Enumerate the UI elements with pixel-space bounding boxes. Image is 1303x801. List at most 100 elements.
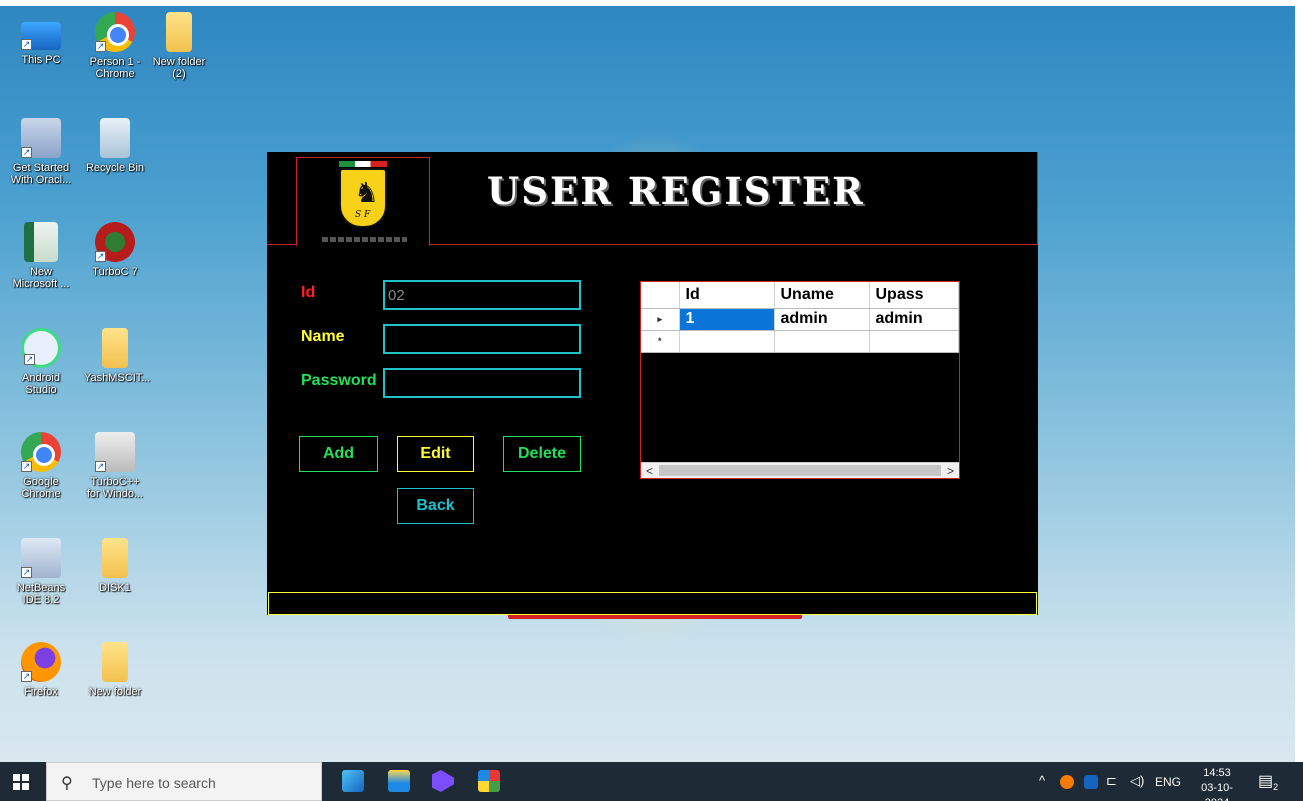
table-row[interactable]: ▸ 1 admin admin (641, 308, 959, 331)
id-label: Id (301, 284, 316, 301)
desktop-icon-yashmscit[interactable]: YashMSCIT... (84, 328, 150, 384)
scroll-right-icon[interactable]: > (942, 463, 959, 479)
status-bar (268, 592, 1037, 615)
name-field[interactable] (383, 324, 581, 354)
users-data-grid[interactable]: Id Uname Upass ▸ 1 admin admin * < > (640, 281, 960, 479)
language-indicator[interactable]: ENG (1155, 775, 1181, 789)
edit-button[interactable]: Edit (397, 436, 474, 472)
desktop-icon-label: New Microsoft ... (12, 266, 70, 290)
chrome-profile-icon: ↗ (95, 12, 135, 52)
clock-date: 03-10-2024 (1201, 782, 1233, 801)
users-table: Id Uname Upass ▸ 1 admin admin * (641, 282, 959, 353)
page-title: USER REGISTER (487, 169, 865, 213)
app-header: ♞ S F USER REGISTER (267, 152, 1038, 246)
desktop-icon-this-pc[interactable]: ↗ This PC (10, 12, 72, 66)
notification-center-icon[interactable]: ▤2 (1258, 771, 1278, 792)
firefox-icon: ↗ (21, 642, 61, 682)
password-label: Password (301, 372, 377, 389)
netbeans-icon: ↗ (21, 538, 61, 578)
taskbar-app-icon[interactable] (342, 770, 364, 792)
add-button[interactable]: Add (299, 436, 378, 472)
table-cell-id[interactable] (679, 330, 775, 353)
prancing-horse-icon: ♞ (354, 176, 380, 209)
folder-icon (102, 538, 128, 578)
oracle-db-icon: ↗ (21, 118, 61, 158)
desktop-icon-oracle[interactable]: ↗ Get Started With Oracl... (10, 118, 72, 186)
column-header-upass[interactable]: Upass (869, 282, 959, 309)
taskbar: ⚲ Type here to search ^ ⊏ ◁) ENG 14:53 0… (0, 762, 1303, 801)
desktop-icon-label: NetBeans IDE 8.2 (16, 582, 66, 606)
scroll-left-icon[interactable]: < (641, 463, 658, 479)
screen-right-edge (1295, 0, 1303, 801)
desktop-icon-netbeans[interactable]: ↗ NetBeans IDE 8.2 (10, 538, 72, 606)
table-row-new[interactable]: * (641, 330, 959, 353)
winforms-app-icon[interactable] (478, 770, 500, 792)
search-placeholder: Type here to search (92, 775, 216, 791)
this-pc-icon: ↗ (21, 22, 61, 50)
table-cell-upass[interactable] (869, 330, 959, 353)
excel-icon (24, 222, 58, 262)
folder-icon (166, 12, 192, 52)
desktop-icon-android-studio[interactable]: ↗ Android Studio (10, 328, 72, 396)
table-cell-uname[interactable]: admin (774, 308, 870, 331)
taskbar-clock[interactable]: 14:53 03-10-2024 (1189, 766, 1245, 801)
tray-security-icon[interactable] (1084, 775, 1098, 789)
desktop-icon-firefox[interactable]: ↗ Firefox (10, 642, 72, 698)
table-header-row: Id Uname Upass (641, 282, 959, 309)
table-cell-id[interactable]: 1 (679, 308, 775, 331)
row-header-corner (641, 282, 680, 309)
folder-icon (102, 328, 128, 368)
desktop-icon-disk1[interactable]: DISK1 (84, 538, 146, 594)
desktop-icon-new-folder[interactable]: New folder (84, 642, 146, 698)
ferrari-logo-icon: ♞ S F (339, 168, 387, 228)
folder-icon (102, 642, 128, 682)
recycle-bin-icon (100, 118, 130, 158)
desktop-icon-new-folder-2[interactable]: New folder (2) (148, 12, 210, 80)
volume-icon[interactable]: ◁) (1130, 773, 1144, 789)
horizontal-scrollbar[interactable]: < > (641, 462, 959, 478)
network-icon[interactable]: ⊏ (1106, 773, 1117, 789)
desktop-icon-label: Recycle Bin (85, 162, 145, 174)
desktop-icon-label: TurboC++ for Windo... (86, 476, 144, 500)
desktop-icon-label: Get Started With Oracl... (10, 162, 72, 186)
turbocpp-icon: ↗ (95, 432, 135, 472)
logo-panel: ♞ S F (296, 157, 430, 246)
taskbar-search-box[interactable]: ⚲ Type here to search (46, 762, 322, 801)
visual-studio-icon[interactable] (432, 770, 454, 792)
desktop-icon-label: TurboC 7 (92, 266, 138, 278)
desktop-icon-person-chrome[interactable]: ↗ Person 1 - Chrome (84, 12, 146, 80)
desktop-icon-turbocpp[interactable]: ↗ TurboC++ for Windo... (84, 432, 146, 500)
windows-start-icon[interactable] (13, 774, 29, 790)
clock-time: 14:53 (1203, 767, 1231, 779)
logo-caption (322, 237, 407, 242)
column-header-id[interactable]: Id (679, 282, 775, 309)
desktop-icon-label: This PC (21, 54, 61, 66)
search-icon: ⚲ (61, 775, 73, 792)
desktop-icon-google-chrome[interactable]: ↗ Google Chrome (10, 432, 72, 500)
desktop-icon-turboc7[interactable]: ↗ TurboC 7 (84, 222, 146, 278)
desktop-icon-label: Google Chrome (21, 476, 61, 500)
table-cell-uname[interactable] (774, 330, 870, 353)
turboc-icon: ↗ (95, 222, 135, 262)
show-hidden-icons-icon[interactable]: ^ (1039, 773, 1045, 788)
sf-monogram: S F (355, 210, 371, 220)
header-border (1037, 152, 1038, 245)
password-field[interactable] (383, 368, 581, 398)
name-label: Name (301, 328, 345, 345)
desktop-icon-label: Android Studio (22, 372, 60, 396)
desktop-icon-label: Person 1 - Chrome (89, 56, 141, 80)
id-field[interactable] (383, 280, 581, 310)
back-button[interactable]: Back (397, 488, 474, 524)
table-cell-upass[interactable]: admin (869, 308, 959, 331)
file-explorer-icon[interactable] (388, 770, 410, 792)
tray-app-icon[interactable] (1060, 775, 1074, 789)
android-studio-icon: ↗ (21, 328, 61, 368)
row-indicator-icon: ▸ (641, 308, 680, 331)
desktop-icon-label: New folder (2) (152, 56, 206, 80)
scrollbar-thumb[interactable] (659, 465, 941, 476)
column-header-uname[interactable]: Uname (774, 282, 870, 309)
desktop-icon-excel[interactable]: New Microsoft ... (10, 222, 72, 290)
desktop-icon-recycle-bin[interactable]: Recycle Bin (84, 118, 146, 174)
delete-button[interactable]: Delete (503, 436, 581, 472)
chrome-icon: ↗ (21, 432, 61, 472)
